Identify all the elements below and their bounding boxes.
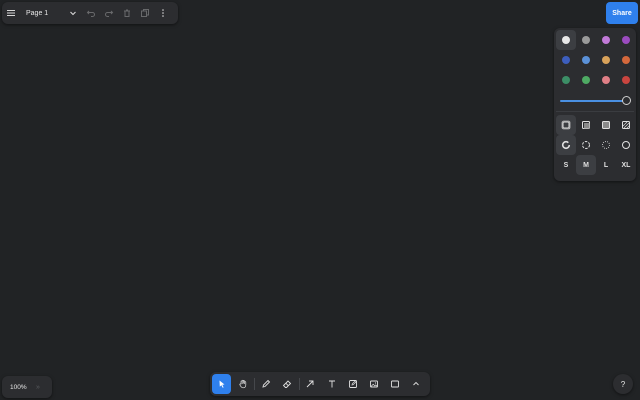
fill-semi-icon <box>582 121 590 129</box>
image-tool-button[interactable] <box>364 374 383 394</box>
dash-dashed-button[interactable] <box>576 135 596 155</box>
fill-solid-icon <box>602 121 610 129</box>
main-menu-button[interactable] <box>2 4 20 22</box>
text-tool-button[interactable] <box>322 374 341 394</box>
size-xl-button[interactable]: XL <box>616 155 636 175</box>
arrow-icon <box>306 380 314 388</box>
sticky-note-icon <box>348 380 357 388</box>
divider <box>254 378 256 390</box>
color-orange-button[interactable] <box>616 50 636 70</box>
color-swatch <box>582 56 590 64</box>
more-actions-button[interactable] <box>154 4 172 22</box>
dash-dotted-button[interactable] <box>596 135 616 155</box>
eraser-tool-button[interactable] <box>278 374 297 394</box>
color-grey-button[interactable] <box>576 30 596 50</box>
size-m-button[interactable]: M <box>576 155 596 175</box>
color-white-button[interactable] <box>556 30 576 50</box>
color-swatch <box>622 56 630 64</box>
more-vertical-icon <box>162 9 164 17</box>
fill-style-picker <box>556 115 634 135</box>
undo-button[interactable] <box>82 4 100 22</box>
color-light-green-button[interactable] <box>576 70 596 90</box>
color-light-red-button[interactable] <box>596 70 616 90</box>
delete-button[interactable] <box>118 4 136 22</box>
undo-icon <box>86 10 95 17</box>
dash-solid-button[interactable] <box>616 135 636 155</box>
color-swatch <box>622 36 630 44</box>
color-red-button[interactable] <box>616 70 636 90</box>
opacity-slider-track[interactable] <box>560 100 624 102</box>
color-green-button[interactable] <box>556 70 576 90</box>
color-picker <box>556 30 634 90</box>
fill-pattern-icon <box>622 121 630 129</box>
redo-button[interactable] <box>100 4 118 22</box>
pencil-icon <box>262 379 271 388</box>
redo-icon <box>105 10 114 17</box>
image-icon <box>369 380 378 388</box>
color-blue-button[interactable] <box>556 50 576 70</box>
fill-pattern-button[interactable] <box>616 115 636 135</box>
chevron-down-icon <box>70 11 76 16</box>
note-tool-button[interactable] <box>343 374 362 394</box>
hand-tool-button[interactable] <box>233 374 252 394</box>
trash-icon <box>124 9 130 17</box>
dash-dotted-icon <box>602 141 610 149</box>
page-name[interactable]: Page 1 <box>26 10 64 17</box>
share-button[interactable]: Share <box>606 2 638 24</box>
color-light-blue-button[interactable] <box>576 50 596 70</box>
divider <box>556 111 634 112</box>
color-swatch <box>562 36 570 44</box>
dash-solid-icon <box>622 141 630 149</box>
fill-semi-button[interactable] <box>576 115 596 135</box>
color-swatch <box>582 76 590 84</box>
chevron-up-icon <box>413 381 420 386</box>
color-yellow-button[interactable] <box>596 50 616 70</box>
cursor-icon <box>219 380 225 388</box>
arrow-tool-button[interactable] <box>301 374 320 394</box>
color-light-violet-button[interactable] <box>596 30 616 50</box>
opacity-slider[interactable] <box>556 90 634 110</box>
zoom-panel: 100% » <box>2 376 52 398</box>
opacity-slider-thumb[interactable] <box>622 96 631 105</box>
dash-draw-icon <box>561 140 571 150</box>
hand-icon <box>239 379 246 389</box>
color-swatch <box>602 36 610 44</box>
color-swatch <box>622 76 630 84</box>
zoom-level-button[interactable]: 100% <box>10 384 36 391</box>
draw-tool-button[interactable] <box>256 374 275 394</box>
rectangle-tool-button[interactable] <box>386 374 405 394</box>
dash-draw-button[interactable] <box>556 135 576 155</box>
color-swatch <box>562 56 570 64</box>
color-swatch <box>602 56 610 64</box>
page-menu-panel: Page 1 <box>2 2 178 24</box>
size-s-button[interactable]: S <box>556 155 576 175</box>
rectangle-icon <box>391 380 400 388</box>
more-tools-button[interactable] <box>407 374 426 394</box>
fill-none-icon <box>561 120 571 130</box>
minimap-toggle-icon[interactable]: » <box>36 384 40 391</box>
color-swatch <box>562 76 570 84</box>
page-dropdown-button[interactable] <box>64 4 82 22</box>
eraser-icon <box>283 380 292 388</box>
hamburger-icon <box>7 9 15 17</box>
divider <box>298 378 300 390</box>
color-violet-button[interactable] <box>616 30 636 50</box>
dash-style-picker <box>556 135 634 155</box>
color-swatch <box>582 36 590 44</box>
select-tool-button[interactable] <box>212 374 232 394</box>
text-icon <box>328 380 335 388</box>
duplicate-button[interactable] <box>136 4 154 22</box>
size-l-button[interactable]: L <box>596 155 616 175</box>
fill-solid-button[interactable] <box>596 115 616 135</box>
tool-toolbar <box>210 372 430 396</box>
color-swatch <box>602 76 610 84</box>
help-button[interactable]: ? <box>613 374 633 394</box>
duplicate-icon <box>141 9 149 17</box>
size-picker: S M L XL <box>556 155 634 175</box>
dash-dashed-icon <box>582 141 590 149</box>
style-panel: S M L XL <box>554 28 636 181</box>
fill-none-button[interactable] <box>556 115 576 135</box>
